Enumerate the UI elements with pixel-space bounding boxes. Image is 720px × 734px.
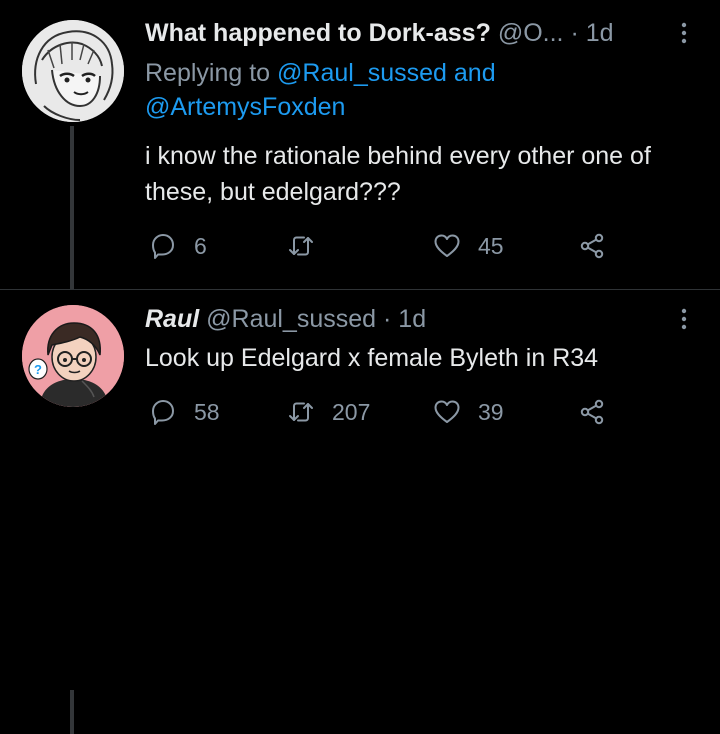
display-name[interactable]: What happened to Dork-ass? (145, 19, 491, 47)
tweet-text: Look up Edelgard x female Byleth in R34 (145, 344, 599, 372)
retweet-button[interactable]: 207 (286, 395, 370, 429)
share-button[interactable] (577, 395, 607, 429)
heart-icon (434, 234, 460, 257)
reply-icon (152, 400, 174, 425)
retweet-count: 207 (332, 398, 371, 425)
separator-dot: · (570, 19, 579, 47)
reply-button[interactable]: 6 (148, 229, 207, 263)
like-count: 39 (478, 398, 504, 425)
tweet-actions: 58 207 39 (145, 395, 645, 429)
tweet-header: Raul @Raul_sussed · 1d (145, 302, 660, 336)
avatar-cartoon-glasses-icon: ? (22, 305, 124, 407)
share-button[interactable] (577, 229, 607, 263)
tweet-actions: 6 45 (145, 229, 645, 263)
retweet-icon (289, 236, 313, 256)
tweet-header: What happened to Dork-ass? @O... · 1d (145, 16, 660, 50)
timestamp[interactable]: 1d (398, 305, 426, 333)
tweet[interactable]: ? Raul @Raul_sussed · 1d Look up Edelgar… (0, 290, 720, 734)
mention-and[interactable]: and (454, 59, 496, 87)
svg-text:?: ? (34, 362, 42, 377)
tweet[interactable]: What happened to Dork-ass? @O... · 1d Re… (0, 0, 720, 290)
reply-count: 58 (194, 398, 220, 425)
thread-connector (70, 690, 74, 734)
like-count: 45 (478, 232, 504, 259)
retweet-button[interactable] (286, 229, 332, 263)
reply-icon (152, 234, 174, 259)
tweet-text: i know the rationale behind every other … (145, 142, 651, 206)
user-handle[interactable]: @O... (498, 19, 564, 47)
more-options-icon[interactable] (676, 302, 692, 336)
more-options-icon[interactable] (676, 16, 692, 50)
user-handle[interactable]: @Raul_sussed (206, 305, 376, 333)
replying-to-label: Replying to (145, 59, 271, 87)
thread-connector (70, 126, 74, 290)
timestamp[interactable]: 1d (586, 19, 614, 47)
avatar[interactable]: ? (22, 305, 124, 407)
display-name[interactable]: Raul (145, 305, 199, 333)
share-icon (580, 399, 604, 425)
mention-link[interactable]: @ArtemysFoxden (145, 93, 345, 121)
reply-count: 6 (194, 232, 207, 259)
separator-dot: · (383, 305, 392, 333)
reply-button[interactable]: 58 (148, 395, 220, 429)
like-button[interactable]: 39 (432, 395, 504, 429)
heart-icon (434, 400, 460, 423)
share-icon (580, 233, 604, 259)
retweet-icon (289, 402, 313, 422)
avatar[interactable] (22, 20, 124, 122)
replying-to: Replying to @Raul_sussed and @ArtemysFox… (145, 56, 565, 124)
avatar-sketch-portrait-icon (22, 20, 124, 122)
like-button[interactable]: 45 (432, 229, 504, 263)
mention-link[interactable]: @Raul_sussed (277, 59, 447, 87)
